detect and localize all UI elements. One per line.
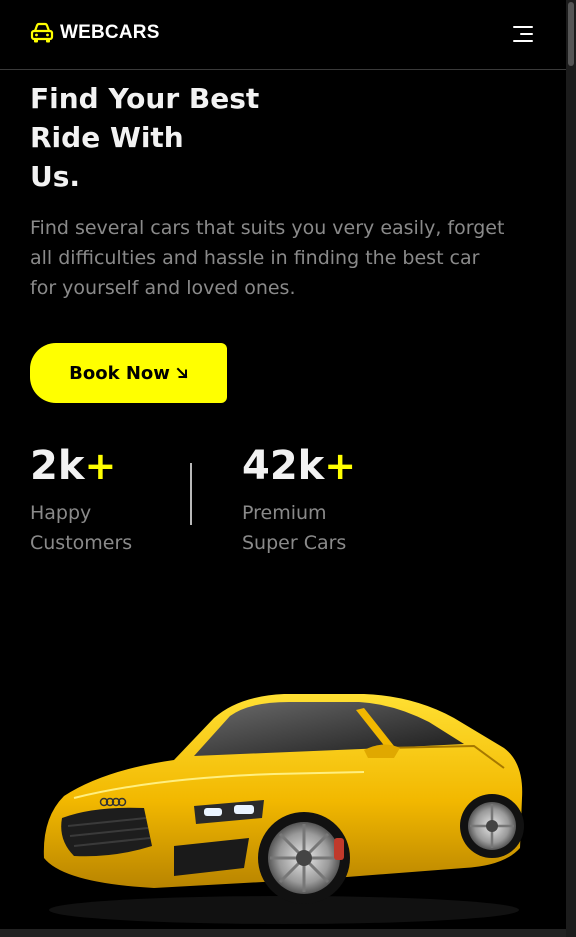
stat-premium-cars: 42k + Premium Super Cars (242, 440, 356, 558)
stat-label: Happy Customers (30, 498, 132, 558)
stat-label: Premium Super Cars (242, 498, 356, 558)
brand-name: WEBCARS (60, 22, 160, 43)
stat-label-line: Happy (30, 502, 92, 524)
stat-divider (190, 463, 192, 525)
stat-label-line: Super Cars (242, 532, 347, 554)
stat-plus: + (84, 444, 117, 488)
stat-happy-customers: 2k + Happy Customers (30, 440, 132, 558)
brand-link[interactable]: WEBCARS (30, 22, 160, 44)
navbar: WEBCARS (0, 0, 566, 70)
page: WEBCARS Find Your Best Ride With Us. Fin… (0, 0, 566, 937)
hero-title-line: Find Your Best (30, 82, 260, 115)
stat-value: 42k + (242, 440, 356, 492)
stat-number: 2k (30, 443, 85, 489)
hero-title-line: Us. (30, 160, 81, 193)
car-icon (30, 22, 54, 43)
hero-description-line: all difficulties and hassle in finding t… (30, 247, 480, 269)
hamburger-menu-icon[interactable] (513, 25, 533, 43)
scrollbar-thumb[interactable] (568, 2, 574, 66)
hero-title-line: Ride With (30, 121, 184, 154)
book-now-label: Book Now (69, 362, 170, 384)
hero-car-image (43, 694, 524, 924)
vertical-scrollbar[interactable] (566, 0, 576, 937)
stat-label-line: Premium (242, 502, 327, 524)
hero-description-line: for yourself and loved ones. (30, 277, 296, 299)
hero-description: Find several cars that suits you very ea… (30, 213, 530, 303)
book-now-button[interactable]: Book Now (30, 343, 227, 403)
stat-label-line: Customers (30, 532, 133, 554)
stat-plus: + (324, 444, 357, 488)
hero-title: Find Your Best Ride With Us. (30, 79, 290, 196)
stat-number: 42k (242, 443, 325, 489)
arrow-down-right-icon (176, 367, 188, 379)
stat-value: 2k + (30, 440, 132, 492)
horizontal-scrollbar[interactable] (0, 929, 566, 937)
hero-description-line: Find several cars that suits you very ea… (30, 217, 505, 239)
